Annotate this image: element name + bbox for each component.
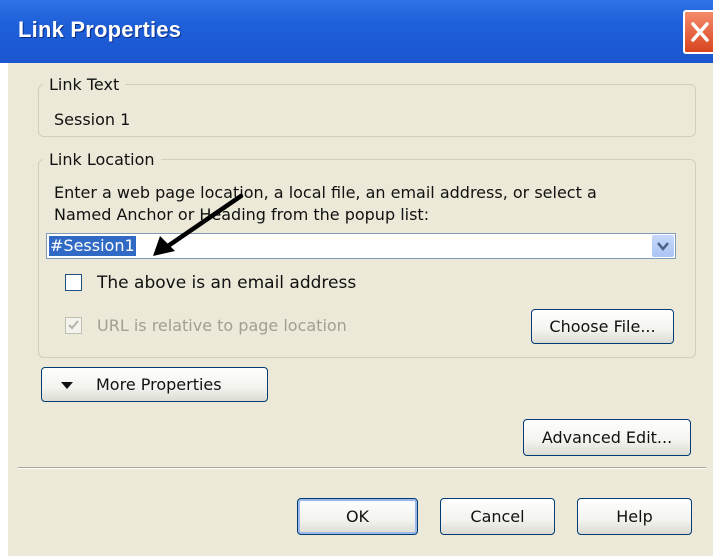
separator <box>18 467 706 469</box>
url-combobox[interactable]: #Session1 <box>46 233 676 259</box>
ok-button[interactable]: OK <box>297 498 418 535</box>
relative-url-checkbox[interactable] <box>65 317 82 334</box>
link-text-group: Link Text <box>38 75 696 137</box>
instruction-text-line2: Named Anchor or Heading from the popup l… <box>54 205 430 224</box>
help-button[interactable]: Help <box>577 498 692 535</box>
link-text-value: Session 1 <box>54 110 131 129</box>
window-title: Link Properties <box>18 17 182 42</box>
title-bar[interactable]: Link Properties <box>0 0 713 63</box>
more-properties-button[interactable]: More Properties <box>41 367 268 402</box>
instruction-text-line1: Enter a web page location, a local file,… <box>54 183 597 202</box>
link-text-legend: Link Text <box>49 75 120 94</box>
chevron-down-icon <box>657 242 669 251</box>
close-icon <box>691 22 709 42</box>
ok-label: OK <box>345 507 370 526</box>
cancel-button[interactable]: Cancel <box>440 498 555 535</box>
url-input-value[interactable]: #Session1 <box>49 236 136 256</box>
close-button[interactable] <box>683 10 713 54</box>
advanced-edit-button[interactable]: Advanced Edit... <box>523 419 691 456</box>
email-checkbox-label: The above is an email address <box>97 273 357 293</box>
checkmark-icon <box>68 320 79 330</box>
relative-url-checkbox-label: URL is relative to page location <box>97 316 347 335</box>
link-location-legend: Link Location <box>49 150 155 169</box>
more-properties-label: More Properties <box>96 375 222 394</box>
url-dropdown-button[interactable] <box>652 235 674 257</box>
choose-file-label: Choose File... <box>549 317 656 336</box>
email-checkbox[interactable] <box>65 274 82 291</box>
advanced-edit-label: Advanced Edit... <box>541 428 673 447</box>
help-label: Help <box>616 507 653 526</box>
choose-file-button[interactable]: Choose File... <box>531 309 674 344</box>
cancel-label: Cancel <box>470 507 525 526</box>
triangle-down-icon <box>61 382 73 389</box>
